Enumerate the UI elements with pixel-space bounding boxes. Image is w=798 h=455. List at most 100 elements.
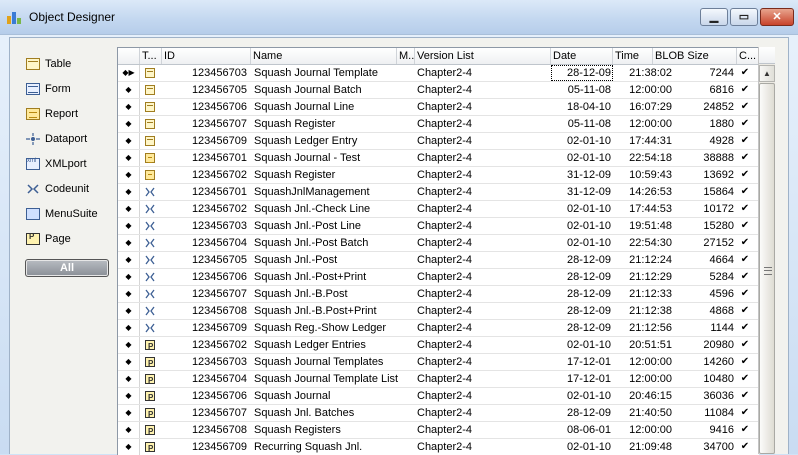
table-row[interactable]: ◆ 123456703 Squash Jnl.-Post Line Chapter2-… bbox=[118, 218, 759, 235]
sidebar-item-report[interactable]: Report bbox=[26, 105, 78, 123]
id-cell[interactable]: 123456707 bbox=[160, 286, 249, 302]
header-version-list[interactable]: Version List bbox=[415, 48, 551, 64]
compiled-check-icon[interactable]: ✔ bbox=[737, 337, 753, 353]
table-row[interactable]: ◆ 123456702 Squash Register Chapter2-4 31-12… bbox=[118, 167, 759, 184]
compiled-check-icon[interactable]: ✔ bbox=[737, 439, 753, 455]
row-selector[interactable]: ◆ bbox=[118, 405, 140, 421]
table-row[interactable]: ◆ 123456707 Squash Jnl.-B.Post Chapter2-4 28… bbox=[118, 286, 759, 303]
row-selector[interactable]: ◆ bbox=[118, 422, 140, 438]
time-cell[interactable]: 21:12:33 bbox=[613, 286, 675, 302]
table-row[interactable]: ◆ 123456706Squash Journal Chapter2-402-01-… bbox=[118, 388, 759, 405]
time-cell[interactable]: 21:12:38 bbox=[613, 303, 675, 319]
id-cell[interactable]: 123456704 bbox=[160, 371, 249, 387]
blob-size-cell[interactable]: 4928 bbox=[675, 133, 737, 149]
sidebar-item-menusuite[interactable]: MenuSuite bbox=[26, 205, 98, 223]
blob-size-cell[interactable]: 1880 bbox=[675, 116, 737, 132]
row-selector[interactable]: ◆ bbox=[118, 286, 140, 302]
compiled-check-icon[interactable]: ✔ bbox=[737, 167, 753, 183]
name-cell[interactable]: Squash Jnl.-Post bbox=[253, 252, 399, 268]
blob-size-cell[interactable]: 27152 bbox=[675, 235, 737, 251]
header-compiled[interactable]: C... bbox=[737, 48, 759, 64]
version-list-cell[interactable]: Chapter2-4 bbox=[416, 303, 550, 319]
row-selector[interactable]: ◆ bbox=[118, 235, 140, 251]
sidebar-item-form[interactable]: Form bbox=[26, 80, 71, 98]
version-list-cell[interactable]: Chapter2-4 bbox=[416, 286, 550, 302]
row-selector[interactable]: ◆ bbox=[118, 252, 140, 268]
compiled-check-icon[interactable]: ✔ bbox=[737, 218, 753, 234]
scrollbar-thumb[interactable] bbox=[759, 83, 775, 454]
name-cell[interactable]: Squash Jnl.-Post Batch bbox=[253, 235, 399, 251]
time-cell[interactable]: 21:12:29 bbox=[613, 269, 675, 285]
time-cell[interactable]: 12:00:00 bbox=[613, 371, 675, 387]
id-cell[interactable]: 123456704 bbox=[160, 235, 249, 251]
id-cell[interactable]: 123456706 bbox=[160, 99, 249, 115]
blob-size-cell[interactable]: 4664 bbox=[675, 252, 737, 268]
table-row[interactable]: ◆ 123456708 Squash Jnl.-B.Post+Print Chapte… bbox=[118, 303, 759, 320]
header-modified[interactable]: M... bbox=[397, 48, 415, 64]
modified-cell[interactable] bbox=[399, 116, 415, 132]
blob-size-cell[interactable]: 9416 bbox=[675, 422, 737, 438]
id-cell[interactable]: 123456705 bbox=[160, 82, 249, 98]
modified-cell[interactable] bbox=[399, 337, 415, 353]
date-cell[interactable]: 31-12-09 bbox=[551, 184, 613, 200]
blob-size-cell[interactable]: 10480 bbox=[675, 371, 737, 387]
compiled-check-icon[interactable]: ✔ bbox=[737, 286, 753, 302]
row-selector[interactable]: ◆ bbox=[118, 184, 140, 200]
table-row[interactable]: ◆▶ 123456703 Squash Journal Template Chapte… bbox=[118, 65, 759, 82]
time-cell[interactable]: 12:00:00 bbox=[613, 82, 675, 98]
compiled-check-icon[interactable]: ✔ bbox=[737, 99, 753, 115]
name-cell[interactable]: SquashJnlManagement bbox=[253, 184, 399, 200]
time-cell[interactable]: 21:09:48 bbox=[613, 439, 675, 455]
compiled-check-icon[interactable]: ✔ bbox=[737, 235, 753, 251]
compiled-check-icon[interactable]: ✔ bbox=[737, 133, 753, 149]
blob-size-cell[interactable]: 10172 bbox=[675, 201, 737, 217]
blob-size-cell[interactable]: 15280 bbox=[675, 218, 737, 234]
id-cell[interactable]: 123456707 bbox=[160, 116, 249, 132]
modified-cell[interactable] bbox=[399, 167, 415, 183]
date-cell[interactable]: 28-12-09 bbox=[551, 252, 613, 268]
table-row[interactable]: ◆ 123456706 Squash Journal Line Chapter2-4 1… bbox=[118, 99, 759, 116]
id-cell[interactable]: 123456709 bbox=[160, 320, 249, 336]
version-list-cell[interactable]: Chapter2-4 bbox=[416, 133, 550, 149]
time-cell[interactable]: 12:00:00 bbox=[613, 354, 675, 370]
compiled-check-icon[interactable]: ✔ bbox=[737, 116, 753, 132]
blob-size-cell[interactable]: 13692 bbox=[675, 167, 737, 183]
minimize-button[interactable]: ▁ bbox=[700, 8, 728, 26]
header-time[interactable]: Time bbox=[613, 48, 653, 64]
modified-cell[interactable] bbox=[399, 201, 415, 217]
version-list-cell[interactable]: Chapter2-4 bbox=[416, 150, 550, 166]
date-cell[interactable]: 02-01-10 bbox=[551, 201, 613, 217]
table-row[interactable]: ◆ 123456704Squash Journal Template List Ch… bbox=[118, 371, 759, 388]
sidebar-item-xmlport[interactable]: XMLport bbox=[26, 155, 87, 173]
name-cell[interactable]: Squash Jnl. Batches bbox=[253, 405, 399, 421]
modified-cell[interactable] bbox=[399, 439, 415, 455]
time-cell[interactable]: 20:51:51 bbox=[613, 337, 675, 353]
id-cell[interactable]: 123456708 bbox=[160, 422, 249, 438]
name-cell[interactable]: Squash Jnl.-Post+Print bbox=[253, 269, 399, 285]
modified-cell[interactable] bbox=[399, 354, 415, 370]
name-cell[interactable]: Squash Jnl.-B.Post bbox=[253, 286, 399, 302]
table-row[interactable]: ◆ 123456706 Squash Jnl.-Post+Print Chapter2… bbox=[118, 269, 759, 286]
compiled-check-icon[interactable]: ✔ bbox=[737, 371, 753, 387]
name-cell[interactable]: Squash Register bbox=[253, 167, 399, 183]
id-cell[interactable]: 123456702 bbox=[160, 201, 249, 217]
blob-size-cell[interactable]: 14260 bbox=[675, 354, 737, 370]
time-cell[interactable]: 16:07:29 bbox=[613, 99, 675, 115]
table-row[interactable]: ◆ 123456701 SquashJnlManagement Chapter2-4 3… bbox=[118, 184, 759, 201]
version-list-cell[interactable]: Chapter2-4 bbox=[416, 65, 550, 81]
id-cell[interactable]: 123456706 bbox=[160, 388, 249, 404]
header-blob-size[interactable]: BLOB Size bbox=[653, 48, 737, 64]
id-cell[interactable]: 123456703 bbox=[160, 65, 249, 81]
row-selector[interactable]: ◆▶ bbox=[118, 65, 140, 81]
blob-size-cell[interactable]: 15864 bbox=[675, 184, 737, 200]
id-cell[interactable]: 123456708 bbox=[160, 303, 249, 319]
version-list-cell[interactable]: Chapter2-4 bbox=[416, 116, 550, 132]
id-cell[interactable]: 123456709 bbox=[160, 133, 249, 149]
all-objects-button[interactable]: All bbox=[25, 259, 109, 277]
name-cell[interactable]: Squash Journal Template bbox=[253, 65, 399, 81]
date-cell[interactable]: 02-01-10 bbox=[551, 133, 613, 149]
modified-cell[interactable] bbox=[399, 371, 415, 387]
row-selector[interactable]: ◆ bbox=[118, 354, 140, 370]
modified-cell[interactable] bbox=[399, 150, 415, 166]
modified-cell[interactable] bbox=[399, 269, 415, 285]
